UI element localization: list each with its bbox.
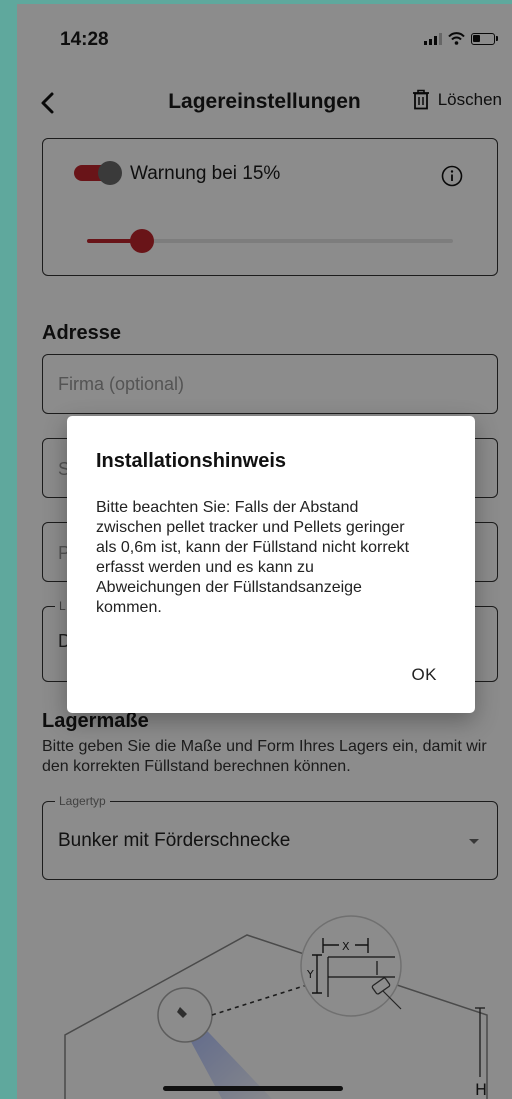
installation-dialog: Installationshinweis Bitte beachten Sie:… bbox=[67, 416, 475, 713]
dialog-title: Installationshinweis bbox=[96, 450, 287, 472]
ok-button[interactable]: OK bbox=[411, 665, 437, 685]
device-frame-left bbox=[0, 0, 17, 1099]
dialog-body: Bitte beachten Sie: Falls der Abstand zw… bbox=[96, 499, 410, 616]
device-frame-top bbox=[0, 0, 512, 4]
home-indicator[interactable] bbox=[163, 1086, 343, 1091]
